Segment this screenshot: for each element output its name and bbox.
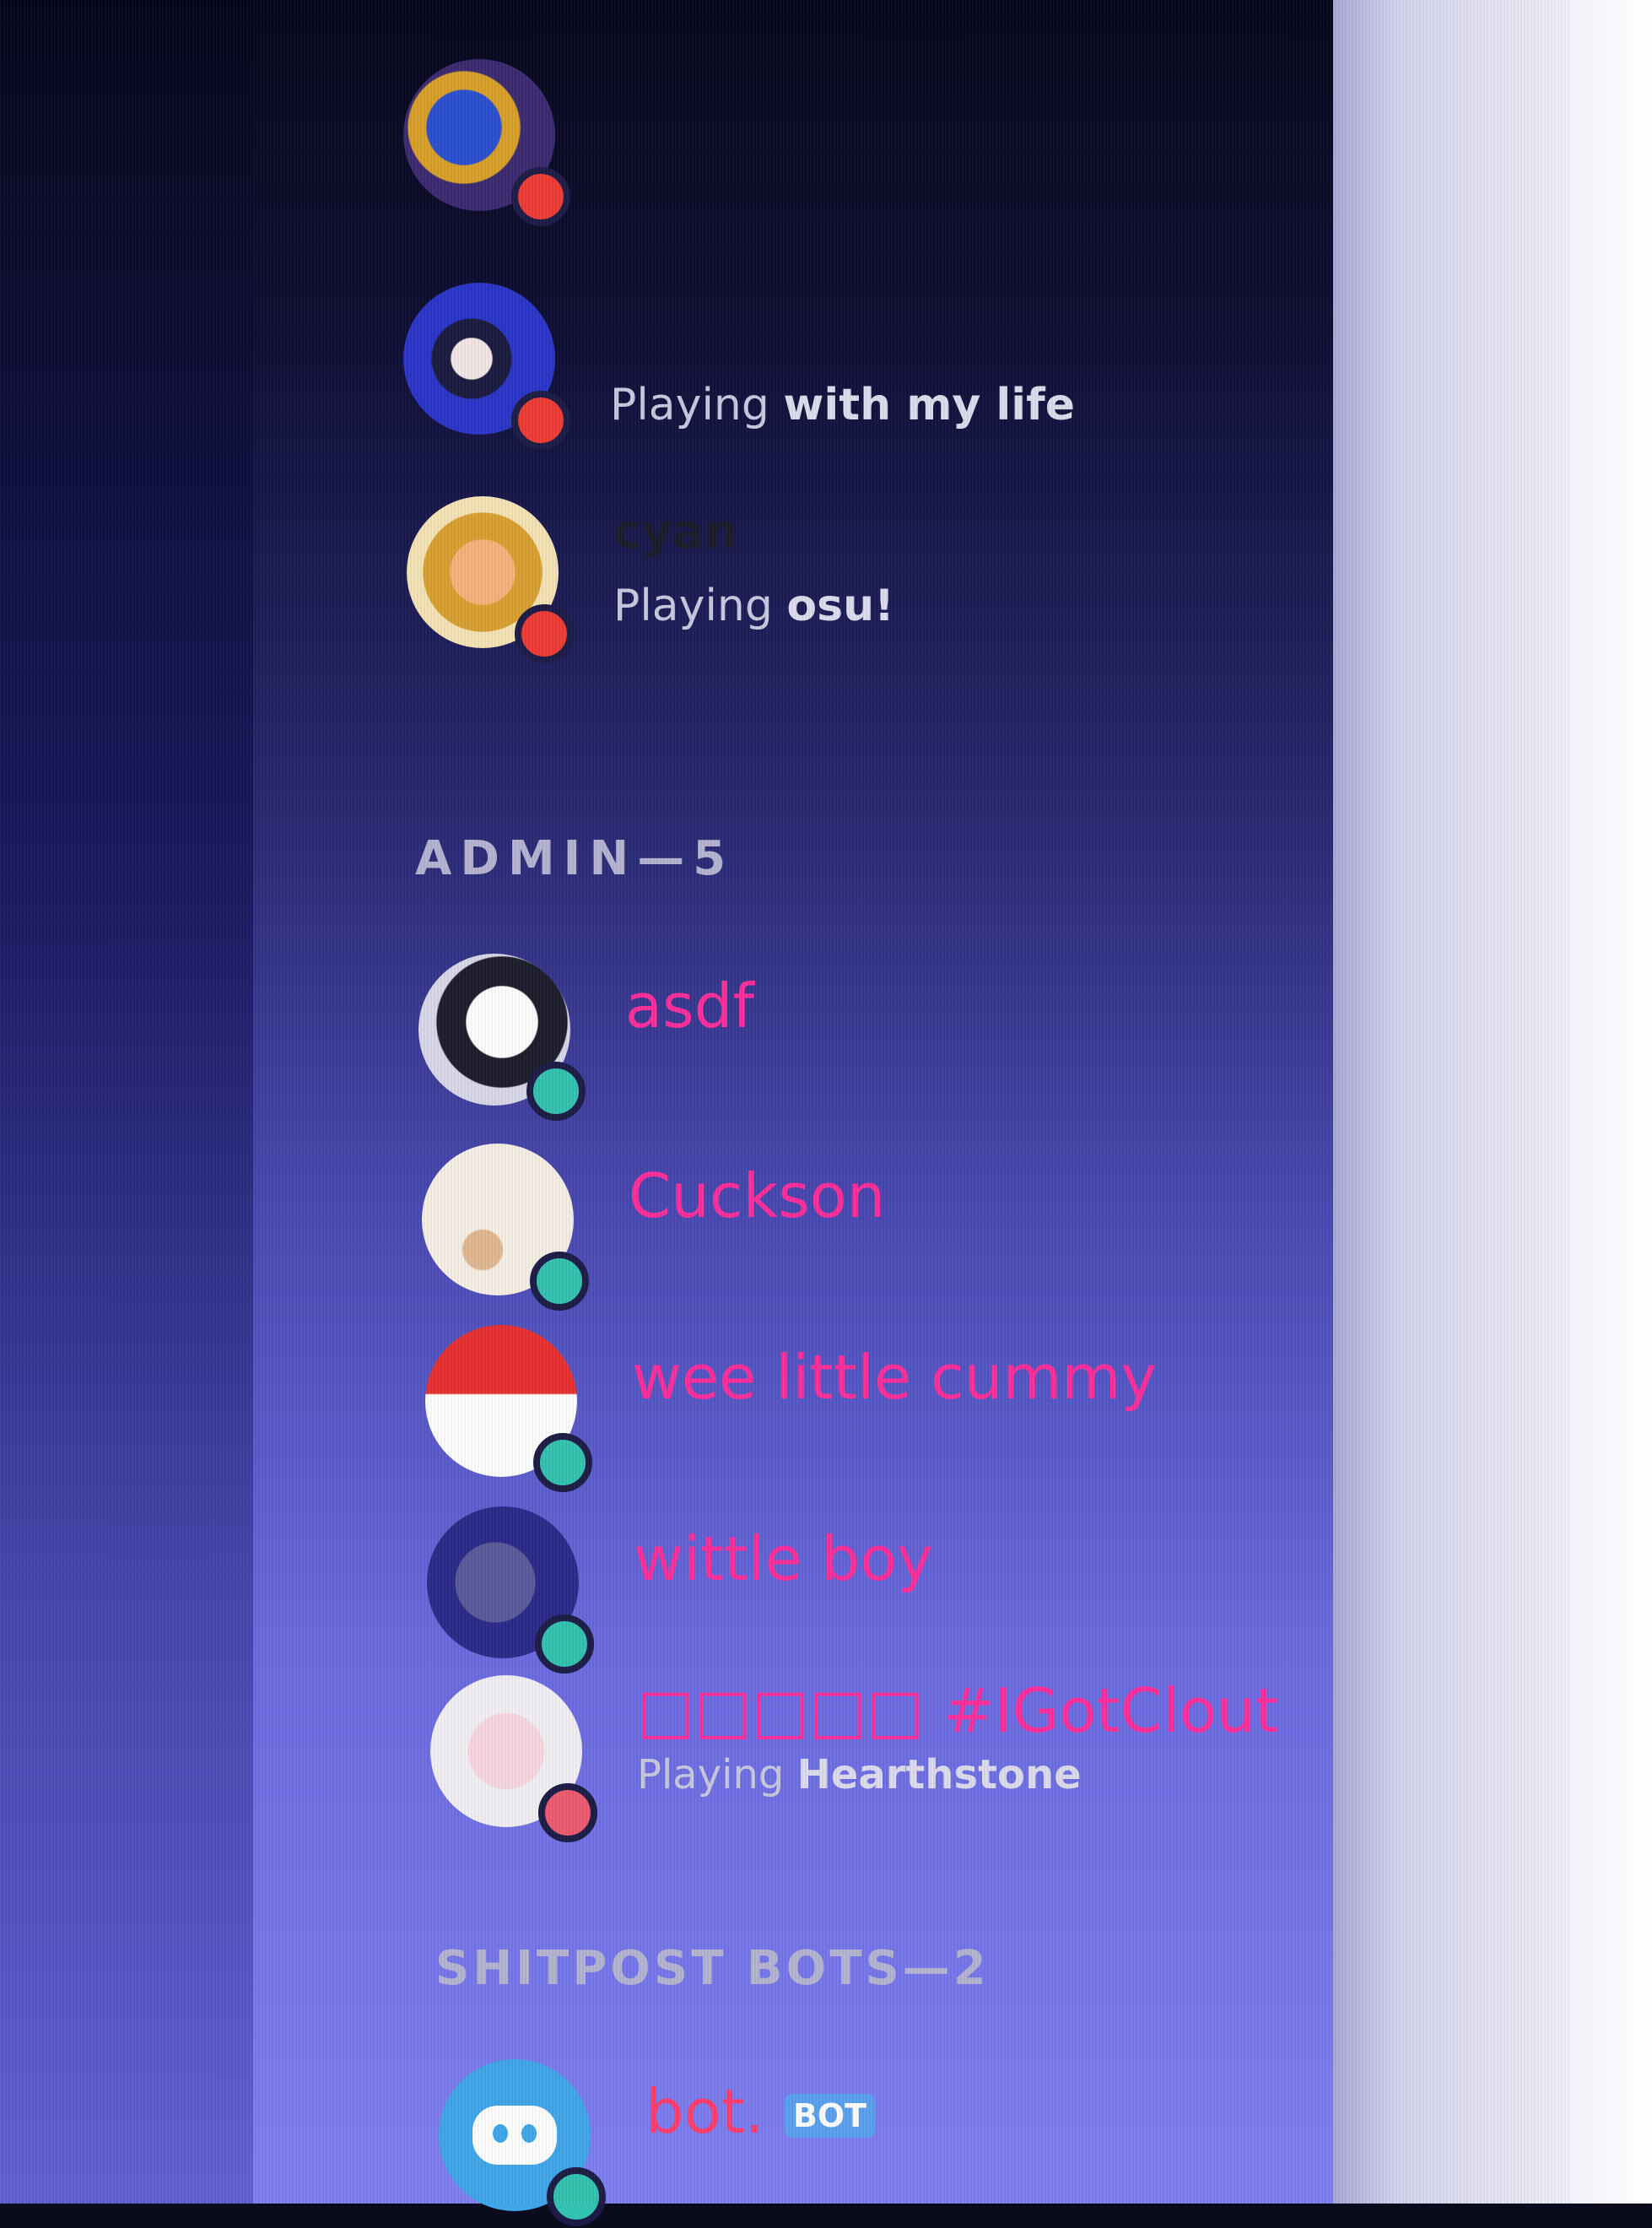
- member-item[interactable]: □□□□□ #IGotClout Playing Hearthstone: [430, 1675, 1325, 1844]
- activity-game: Hearthstone: [796, 1751, 1082, 1798]
- activity-game: osu!: [786, 581, 894, 631]
- online-status-icon: [535, 1614, 594, 1674]
- member-item[interactable]: Cuckson: [422, 1144, 1266, 1312]
- activity-prefix: Playing: [613, 581, 773, 631]
- member-activity: Playing osu!: [613, 581, 894, 631]
- member-name: Cuckson: [629, 1160, 886, 1231]
- online-status-icon: [526, 1062, 586, 1121]
- member-item[interactable]: wee little cummy: [425, 1325, 1311, 1494]
- dnd-status-icon: [511, 391, 570, 450]
- discord-window: Playing with my life cyan Playing osu! A…: [0, 0, 1652, 2226]
- member-name: □□□□□ #IGotClout: [637, 1675, 1279, 1746]
- online-status-icon: [547, 2167, 606, 2226]
- discord-logo-icon: [472, 2106, 557, 2165]
- member-activity: Playing with my life: [610, 380, 1075, 430]
- member-item[interactable]: cyan Playing osu!: [407, 496, 1166, 665]
- member-name: wittle boy: [634, 1523, 933, 1594]
- member-item[interactable]: asdf: [418, 954, 1262, 1122]
- monitor-bezel: [1333, 0, 1652, 2204]
- section-header-bots: SHITPOST BOTS—2: [435, 1941, 990, 1996]
- dnd-status-icon: [511, 167, 570, 226]
- member-name: bot. BOT: [645, 2076, 876, 2147]
- online-status-icon: [533, 1433, 592, 1492]
- member-name: wee little cummy: [632, 1342, 1158, 1413]
- activity-prefix: Playing: [637, 1751, 785, 1798]
- member-name: cyan: [613, 505, 738, 560]
- member-item[interactable]: [403, 59, 1163, 228]
- member-activity: Playing Hearthstone: [637, 1751, 1082, 1798]
- member-item[interactable]: wittle boy: [427, 1506, 1271, 1675]
- online-status-icon: [530, 1252, 589, 1311]
- member-item[interactable]: Playing with my life: [403, 283, 1163, 452]
- activity-game: with my life: [783, 380, 1075, 430]
- dnd-status-icon: [515, 604, 574, 663]
- member-item[interactable]: bot. BOT: [439, 2059, 1282, 2228]
- section-header-admin: ADMIN—5: [415, 831, 735, 886]
- bot-tag: BOT: [784, 2094, 876, 2139]
- member-list: Playing with my life cyan Playing osu! A…: [0, 0, 1333, 2226]
- member-name: asdf: [625, 971, 754, 1041]
- activity-prefix: Playing: [610, 380, 769, 430]
- dnd-status-icon: [538, 1783, 597, 1842]
- bot-name: bot.: [645, 2076, 764, 2147]
